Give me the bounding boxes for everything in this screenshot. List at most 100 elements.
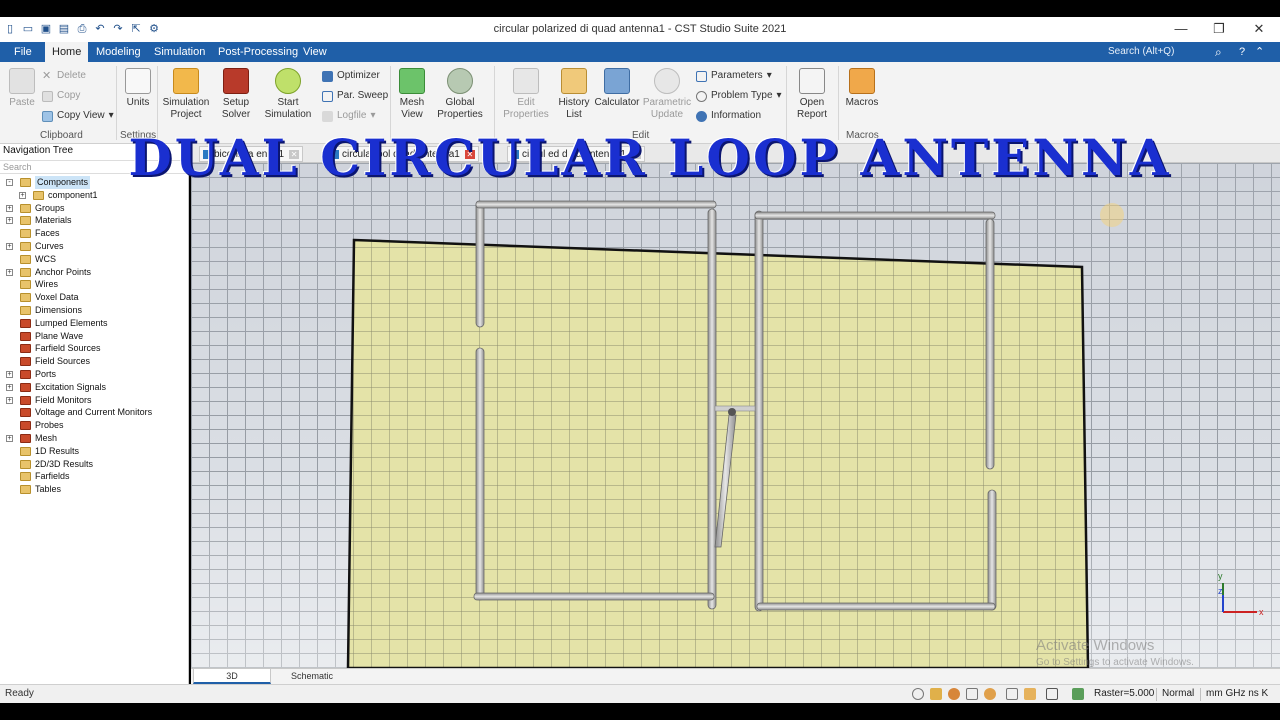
close-button[interactable]: ✕	[1244, 20, 1274, 38]
tree-item[interactable]: + Materials	[0, 214, 189, 227]
tree-item[interactable]: Lumped Elements	[0, 317, 189, 330]
information-button[interactable]: Information	[696, 109, 761, 123]
tree-item[interactable]: Probes	[0, 419, 189, 432]
units-button[interactable]: Units	[122, 68, 154, 109]
status-text: Ready	[5, 688, 34, 699]
tree-item[interactable]: Tables	[0, 483, 189, 496]
tree-item[interactable]: + Groups	[0, 202, 189, 215]
solver-item-icon	[20, 318, 31, 328]
tab-schematic[interactable]: Schematic	[273, 669, 351, 684]
tree-item[interactable]: Dimensions	[0, 304, 189, 317]
tree-item-label: Wires	[35, 279, 58, 290]
expand-icon[interactable]: +	[19, 191, 26, 199]
tree-item[interactable]: + Curves	[0, 240, 189, 253]
tree-item[interactable]: + Anchor Points	[0, 266, 189, 279]
delete-label: Delete	[57, 70, 86, 81]
logfile-button[interactable]: Logfile ▾	[322, 109, 376, 123]
menu-post-processing[interactable]: Post-Processing	[211, 42, 305, 62]
tree-item[interactable]: Farfield Sources	[0, 342, 189, 355]
start-simulation-icon	[275, 68, 301, 94]
tab-3d[interactable]: 3D	[193, 669, 271, 684]
problem-type-icon	[696, 90, 707, 102]
rotate-icon[interactable]	[948, 688, 960, 700]
tree-item[interactable]: Plane Wave	[0, 330, 189, 343]
restore-button[interactable]: ❐	[1204, 20, 1234, 38]
tree-item[interactable]: WCS	[0, 253, 189, 266]
paste-button[interactable]: Paste	[6, 68, 38, 109]
menu-modeling[interactable]: Modeling	[89, 42, 148, 62]
calculator-button[interactable]: Calculator	[594, 68, 640, 109]
tree-item[interactable]: + Field Monitors	[0, 394, 189, 407]
tree-item[interactable]: + component1	[0, 189, 189, 202]
tree-item[interactable]: 2D/3D Results	[0, 458, 189, 471]
search-icon[interactable]: ⌕	[1215, 44, 1229, 60]
expand-icon[interactable]: +	[6, 434, 13, 442]
tree-item[interactable]: + Excitation Signals	[0, 381, 189, 394]
menu-simulation[interactable]: Simulation	[147, 42, 212, 62]
tree-item-label: 2D/3D Results	[35, 458, 94, 469]
parametric-update-button[interactable]: Parametric Update	[642, 68, 692, 121]
tree-item[interactable]: + Ports	[0, 368, 189, 381]
status-bar: Ready Raster=5.000 Normal mm GHz ns K	[0, 684, 1280, 703]
pan-icon[interactable]	[930, 688, 942, 700]
menu-file[interactable]: File	[7, 42, 39, 62]
minimize-button[interactable]: —	[1166, 20, 1196, 38]
tree-item-label: 1D Results	[35, 445, 80, 456]
tree-item[interactable]: Voxel Data	[0, 291, 189, 304]
macros-button[interactable]: Macros	[842, 68, 882, 109]
open-report-button[interactable]: Open Report	[792, 68, 832, 121]
edit-properties-button[interactable]: Edit Properties	[502, 68, 550, 121]
folder-icon	[20, 216, 31, 226]
folder-icon	[20, 459, 31, 469]
folder-icon	[33, 190, 44, 200]
zoom-window-icon[interactable]	[966, 688, 978, 700]
setup-solver-button[interactable]: Setup Solver	[216, 68, 256, 121]
delete-button[interactable]: ✕ Delete	[42, 69, 86, 83]
zoom-icon[interactable]	[912, 688, 924, 700]
expand-icon[interactable]: +	[6, 383, 13, 391]
macros-label: Macros	[845, 97, 879, 108]
parameters-button[interactable]: Parameters ▾	[696, 69, 772, 83]
dropdown-arrow-icon: ▾	[370, 110, 376, 121]
fit-view-icon[interactable]	[1006, 688, 1018, 700]
collapse-ribbon-icon[interactable]: ⌃	[1255, 44, 1264, 60]
copy-view-button[interactable]: Copy View ▾	[42, 109, 114, 123]
expand-icon[interactable]: +	[6, 370, 13, 378]
global-properties-button[interactable]: Global Properties	[434, 68, 486, 121]
3d-viewport[interactable]: y x z	[191, 163, 1280, 668]
tree-item-label: Field Sources	[35, 356, 91, 367]
expand-icon[interactable]: +	[6, 204, 13, 212]
search-input[interactable]: Search (Alt+Q)	[1104, 44, 1232, 60]
copy-button[interactable]: Copy	[42, 89, 80, 103]
expand-icon[interactable]: +	[6, 217, 13, 225]
tree-item[interactable]: Wires	[0, 278, 189, 291]
tree-item[interactable]: Field Sources	[0, 355, 189, 368]
help-icon[interactable]: ?	[1239, 44, 1245, 60]
menu-view[interactable]: View	[296, 42, 334, 62]
tree-item[interactable]: 1D Results	[0, 445, 189, 458]
snap-icon[interactable]	[1072, 688, 1084, 700]
paste-icon	[9, 68, 35, 94]
history-list-button[interactable]: History List	[556, 68, 592, 121]
folder-icon	[20, 280, 31, 290]
tree-item[interactable]: Farfields	[0, 470, 189, 483]
optimizer-icon	[322, 70, 333, 82]
edit-properties-label: Edit Properties	[503, 97, 549, 120]
expand-icon[interactable]: +	[6, 268, 13, 276]
expand-icon[interactable]: +	[6, 396, 13, 404]
simulation-project-button[interactable]: Simulation Project	[160, 68, 212, 121]
tree-item-label: Voltage and Current Monitors	[35, 407, 153, 418]
cube-icon[interactable]	[1046, 688, 1058, 700]
menu-home[interactable]: Home	[45, 42, 89, 62]
problem-type-button[interactable]: Problem Type ▾	[696, 89, 782, 103]
view-options-icon[interactable]	[1024, 688, 1036, 700]
mesh-view-button[interactable]: Mesh View	[396, 68, 428, 121]
expand-icon[interactable]: +	[6, 242, 13, 250]
par-sweep-button[interactable]: Par. Sweep	[322, 89, 388, 103]
spin-icon[interactable]	[984, 688, 996, 700]
optimizer-button[interactable]: Optimizer	[322, 69, 380, 83]
tree-item[interactable]: Faces	[0, 227, 189, 240]
tree-item[interactable]: + Mesh	[0, 432, 189, 445]
tree-item[interactable]: Voltage and Current Monitors	[0, 406, 189, 419]
start-simulation-button[interactable]: Start Simulation	[262, 68, 314, 121]
